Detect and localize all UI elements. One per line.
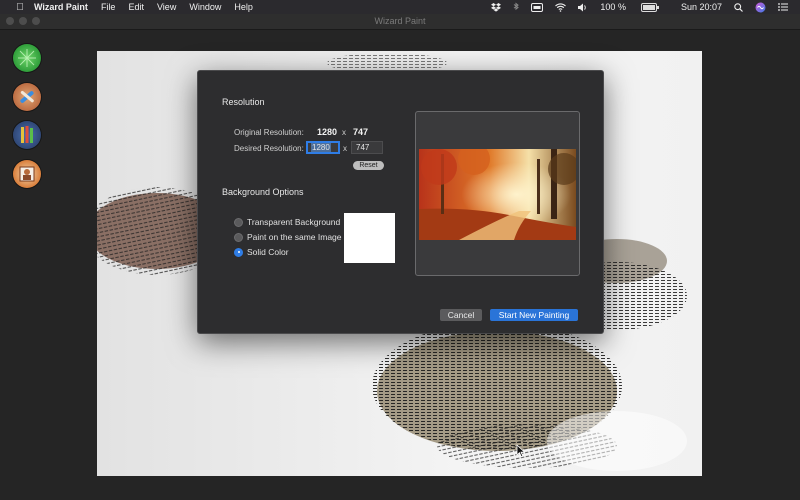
radio-button[interactable] <box>234 217 243 227</box>
battery-text: 100 % <box>600 2 626 12</box>
radio-label: Solid Color <box>247 247 289 257</box>
window-titlebar: Wizard Paint <box>0 14 800 30</box>
start-new-painting-button[interactable]: Start New Painting <box>490 309 578 321</box>
brush-tool-icon[interactable] <box>13 83 41 111</box>
app-window: Wizard Paint Resolution Original Resolut… <box>0 14 800 500</box>
radio-paint-same-image[interactable]: Paint on the same Image <box>234 232 342 242</box>
image-preview-panel <box>415 111 580 276</box>
spotlight-icon[interactable] <box>734 2 743 12</box>
menu-bar:  Wizard Paint File Edit View Window Hel… <box>0 0 800 14</box>
radio-label: Transparent Background <box>247 217 341 227</box>
notification-center-icon[interactable] <box>778 3 788 11</box>
desired-height-value: 747 <box>356 143 370 152</box>
desired-times-sign: x <box>343 144 347 153</box>
desired-width-value: 1280 <box>311 143 331 152</box>
original-resolution-label: Original Resolution: <box>234 128 304 137</box>
radio-transparent-background[interactable]: Transparent Background <box>234 217 340 227</box>
volume-icon[interactable] <box>578 3 588 12</box>
radio-solid-color[interactable]: Solid Color <box>234 247 289 257</box>
menu-view[interactable]: View <box>157 2 176 12</box>
portrait-tool-icon[interactable] <box>13 160 41 188</box>
menu-app-name[interactable]: Wizard Paint <box>34 2 88 12</box>
menu-window[interactable]: Window <box>189 2 221 12</box>
mouse-cursor-icon <box>516 444 526 458</box>
window-title: Wizard Paint <box>374 16 426 26</box>
background-options-title: Background Options <box>222 187 304 197</box>
preview-image <box>419 149 576 240</box>
clock[interactable]: Sun 20:07 <box>681 2 722 12</box>
display-icon[interactable] <box>531 2 544 12</box>
menu-edit[interactable]: Edit <box>128 2 144 12</box>
radio-button[interactable] <box>234 232 243 242</box>
apple-menu-icon[interactable]:  <box>13 2 27 13</box>
solid-color-swatch[interactable] <box>344 213 395 263</box>
desired-height-input[interactable]: 747 <box>351 141 383 154</box>
cancel-button[interactable]: Cancel <box>440 309 482 321</box>
wifi-icon[interactable] <box>555 2 567 12</box>
battery-status[interactable]: 100 % <box>600 2 669 12</box>
original-width-value: 1280 <box>317 127 338 137</box>
pattern-tool-icon[interactable] <box>13 44 41 72</box>
original-times-sign: x <box>342 128 346 137</box>
menu-file[interactable]: File <box>101 2 116 12</box>
siri-icon[interactable] <box>755 2 766 13</box>
new-painting-dialog: Resolution Original Resolution: 1280 x 7… <box>197 70 604 334</box>
battery-level-fill <box>642 4 655 10</box>
pencils-tool-icon[interactable] <box>13 121 41 149</box>
desired-resolution-label: Desired Resolution: <box>234 144 304 153</box>
radio-label: Paint on the same Image <box>247 232 342 242</box>
original-height-value: 747 <box>353 127 369 137</box>
resolution-section-title: Resolution <box>222 97 265 107</box>
desired-width-input[interactable]: 1280 <box>306 141 340 154</box>
reset-button[interactable]: Reset <box>353 161 384 170</box>
radio-button-selected[interactable] <box>234 247 243 257</box>
menu-help[interactable]: Help <box>234 2 253 12</box>
bluetooth-icon[interactable] <box>513 2 520 12</box>
battery-icon <box>640 2 659 12</box>
dropbox-icon[interactable] <box>491 2 502 12</box>
